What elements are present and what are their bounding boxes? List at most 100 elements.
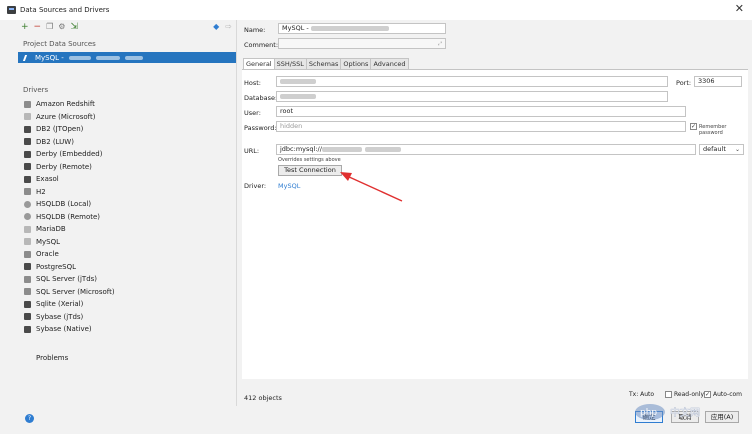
- driver-label: Sqlite (Xerial): [36, 300, 84, 309]
- back-icon[interactable]: ◆: [213, 22, 219, 31]
- driver-icon: [24, 188, 31, 196]
- import-icon[interactable]: ⇲: [70, 22, 78, 32]
- url-mode-select[interactable]: default ⌄: [699, 144, 744, 155]
- driver-icon: [24, 163, 31, 171]
- driver-item[interactable]: HSQLDB (Remote): [24, 211, 224, 224]
- driver-item[interactable]: HSQLDB (Local): [24, 198, 224, 211]
- database-field[interactable]: [276, 91, 668, 102]
- redacted-text: [364, 146, 401, 152]
- overrides-note: Overrides settings above: [278, 157, 341, 163]
- driver-item[interactable]: MySQL: [24, 236, 224, 249]
- remove-icon[interactable]: −: [34, 22, 42, 32]
- name-field[interactable]: MySQL -: [278, 23, 446, 34]
- driver-icon: [24, 175, 31, 183]
- dialog-window: Data Sources and Drivers ✕ + − ❐ ⚙ ⇲ ◆ ⇨…: [0, 0, 752, 434]
- auto-commit-label: Auto-com: [713, 391, 743, 398]
- driver-item[interactable]: Amazon Redshift: [24, 98, 224, 111]
- host-field[interactable]: [276, 76, 668, 87]
- driver-item[interactable]: DB2 (LUW): [24, 136, 224, 149]
- nav-arrows: ◆ ⇨: [213, 22, 232, 31]
- dialog-footer: ? 确定 取消 应用(A): [0, 406, 752, 434]
- read-only-label: Read-only: [674, 391, 705, 398]
- cancel-button[interactable]: 取消: [671, 411, 699, 423]
- password-field[interactable]: hidden: [276, 121, 686, 132]
- url-mode-value: default: [703, 145, 726, 153]
- driver-label: DB2 (JTOpen): [36, 125, 84, 134]
- driver-item[interactable]: DB2 (JTOpen): [24, 123, 224, 136]
- redacted-text: [95, 55, 120, 60]
- driver-label: SQL Server (jTds): [36, 275, 98, 284]
- name-value: MySQL -: [282, 24, 311, 32]
- driver-item[interactable]: H2: [24, 186, 224, 199]
- close-icon[interactable]: ✕: [735, 3, 744, 14]
- driver-icon: [24, 238, 31, 246]
- apply-button[interactable]: 应用(A): [705, 411, 739, 423]
- redacted-text: [280, 78, 316, 84]
- driver-item[interactable]: Exasol: [24, 173, 224, 186]
- duplicate-icon[interactable]: ❐: [46, 23, 53, 31]
- right-pane: Name: MySQL - Comment: ⤢ General SSH/SSL…: [238, 20, 752, 406]
- driver-label: MariaDB: [36, 225, 66, 234]
- tab-general[interactable]: General: [243, 58, 275, 69]
- tx-mode-label[interactable]: Tx: Auto: [629, 391, 654, 398]
- tab-advanced[interactable]: Advanced: [370, 58, 409, 69]
- tab-options[interactable]: Options: [340, 58, 372, 69]
- driver-item[interactable]: MariaDB: [24, 223, 224, 236]
- redacted-text: [124, 55, 143, 60]
- project-source-item[interactable]: MySQL -: [18, 52, 236, 63]
- driver-item[interactable]: Derby (Embedded): [24, 148, 224, 161]
- remember-password-label: Remember password: [699, 124, 727, 136]
- read-only-checkbox[interactable]: [665, 391, 672, 398]
- driver-icon: [24, 288, 31, 296]
- forward-icon[interactable]: ⇨: [225, 22, 232, 31]
- host-label: Host:: [244, 79, 261, 87]
- chevron-down-icon: ⌄: [734, 146, 740, 153]
- app-icon: [7, 6, 16, 14]
- driver-item[interactable]: Oracle: [24, 248, 224, 261]
- driver-icon: [24, 275, 31, 283]
- add-icon[interactable]: +: [21, 22, 29, 32]
- driver-item[interactable]: Derby (Remote): [24, 161, 224, 174]
- auto-commit-checkbox[interactable]: ✓: [704, 391, 711, 398]
- driver-item[interactable]: SQL Server (Microsoft): [24, 286, 224, 299]
- redacted-text: [310, 25, 389, 31]
- comment-label: Comment:: [244, 41, 279, 49]
- driver-icon: [24, 313, 31, 321]
- driver-item[interactable]: SQL Server (jTds): [24, 273, 224, 286]
- port-field[interactable]: 3306: [694, 76, 742, 87]
- driver-label: Amazon Redshift: [36, 100, 95, 109]
- driver-label: Sybase (Native): [36, 325, 92, 334]
- url-label: URL:: [244, 147, 260, 155]
- mysql-icon: [22, 54, 32, 61]
- driver-label: Azure (Microsoft): [36, 112, 96, 121]
- objects-count: 412 objects: [244, 394, 282, 402]
- driver-link[interactable]: MySQL: [278, 182, 300, 190]
- expand-icon[interactable]: ⤢: [438, 40, 442, 48]
- test-connection-button[interactable]: Test Connection: [278, 165, 342, 176]
- settings-icon[interactable]: ⚙: [58, 23, 65, 31]
- database-label: Database:: [244, 94, 278, 102]
- ok-button[interactable]: 确定: [635, 411, 663, 423]
- project-source-label: MySQL -: [35, 53, 64, 62]
- driver-item[interactable]: Sybase (jTds): [24, 311, 224, 324]
- driver-icon: [24, 150, 31, 158]
- driver-item[interactable]: Sybase (Native): [24, 323, 224, 336]
- driver-item[interactable]: Sqlite (Xerial): [24, 298, 224, 311]
- user-field[interactable]: root: [276, 106, 686, 117]
- redacted-text: [68, 55, 91, 60]
- driver-label: MySQL: [36, 237, 61, 246]
- remember-password-checkbox[interactable]: ✓: [690, 123, 697, 130]
- driver-icon: [24, 300, 31, 308]
- project-data-sources-label: Project Data Sources: [23, 40, 96, 48]
- problems-item[interactable]: Problems: [36, 354, 68, 362]
- tab-schemas[interactable]: Schemas: [305, 58, 342, 69]
- comment-field[interactable]: ⤢: [278, 38, 446, 49]
- driver-item[interactable]: Azure (Microsoft): [24, 111, 224, 124]
- driver-item[interactable]: PostgreSQL: [24, 261, 224, 274]
- user-label: User:: [244, 109, 261, 117]
- window-title: Data Sources and Drivers: [20, 6, 110, 14]
- url-field[interactable]: jdbc:mysql://: [276, 144, 696, 155]
- help-icon[interactable]: ?: [25, 414, 34, 423]
- tab-bar: General SSH/SSL Schemas Options Advanced: [243, 58, 409, 69]
- tab-ssh-ssl[interactable]: SSH/SSL: [273, 58, 307, 69]
